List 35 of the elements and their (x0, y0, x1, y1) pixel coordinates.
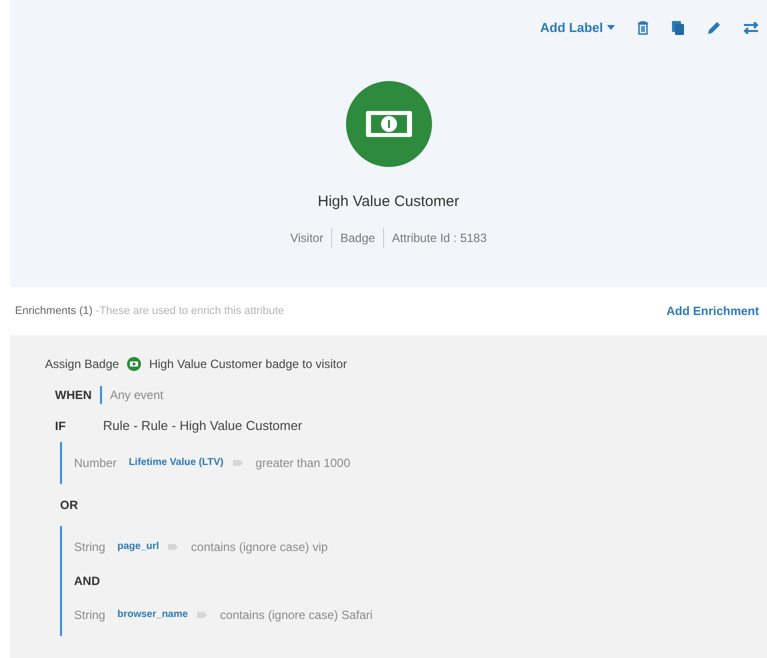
type-label: String (74, 538, 106, 556)
caret-icon (607, 25, 615, 30)
field-name: browser_name (117, 608, 188, 622)
badge-icon (127, 357, 142, 371)
connector-label: AND (74, 572, 101, 590)
enrichments-hint: -These are used to enrich this attribute (96, 304, 284, 317)
type-label: String (74, 606, 106, 624)
operator-text: greater than 1000 (256, 454, 350, 472)
tag-icon (232, 458, 244, 466)
swap-icon[interactable] (743, 22, 759, 34)
action-label: Assign Badge (45, 356, 120, 373)
connector-label: OR (59, 496, 79, 514)
when-value: Any event (110, 387, 164, 404)
badge-text: High Value Customer badge to visitor (149, 356, 347, 373)
enrichments-heading: Enrichments (1) (15, 304, 93, 317)
copy-icon[interactable] (671, 20, 685, 36)
tag-icon (196, 610, 208, 618)
tag-icon (167, 542, 180, 550)
meta-text: Badge (340, 230, 376, 246)
attribute-title: High Value Customer (318, 192, 460, 212)
rule-name: Rule - Rule - High Value Customer (103, 417, 302, 435)
operator-text: contains (ignore case) vip (191, 538, 328, 556)
type-label: Number (74, 454, 117, 472)
pencil-icon[interactable] (707, 20, 721, 35)
field-name: page_url (117, 540, 160, 554)
banknote-icon (346, 81, 432, 167)
trash-icon[interactable] (637, 20, 649, 35)
if-label: IF (54, 418, 67, 435)
when-label: WHEN (54, 387, 93, 404)
meta-text: Visitor (290, 230, 324, 246)
operator-text: contains (ignore case) Safari (220, 606, 373, 624)
field-name: Lifetime Value (LTV) (128, 456, 224, 470)
add-label-button[interactable]: Add Label (540, 18, 615, 38)
add-enrichment-button[interactable]: Add Enrichment (666, 302, 759, 320)
meta-text: Attribute Id : 5183 (392, 230, 487, 246)
